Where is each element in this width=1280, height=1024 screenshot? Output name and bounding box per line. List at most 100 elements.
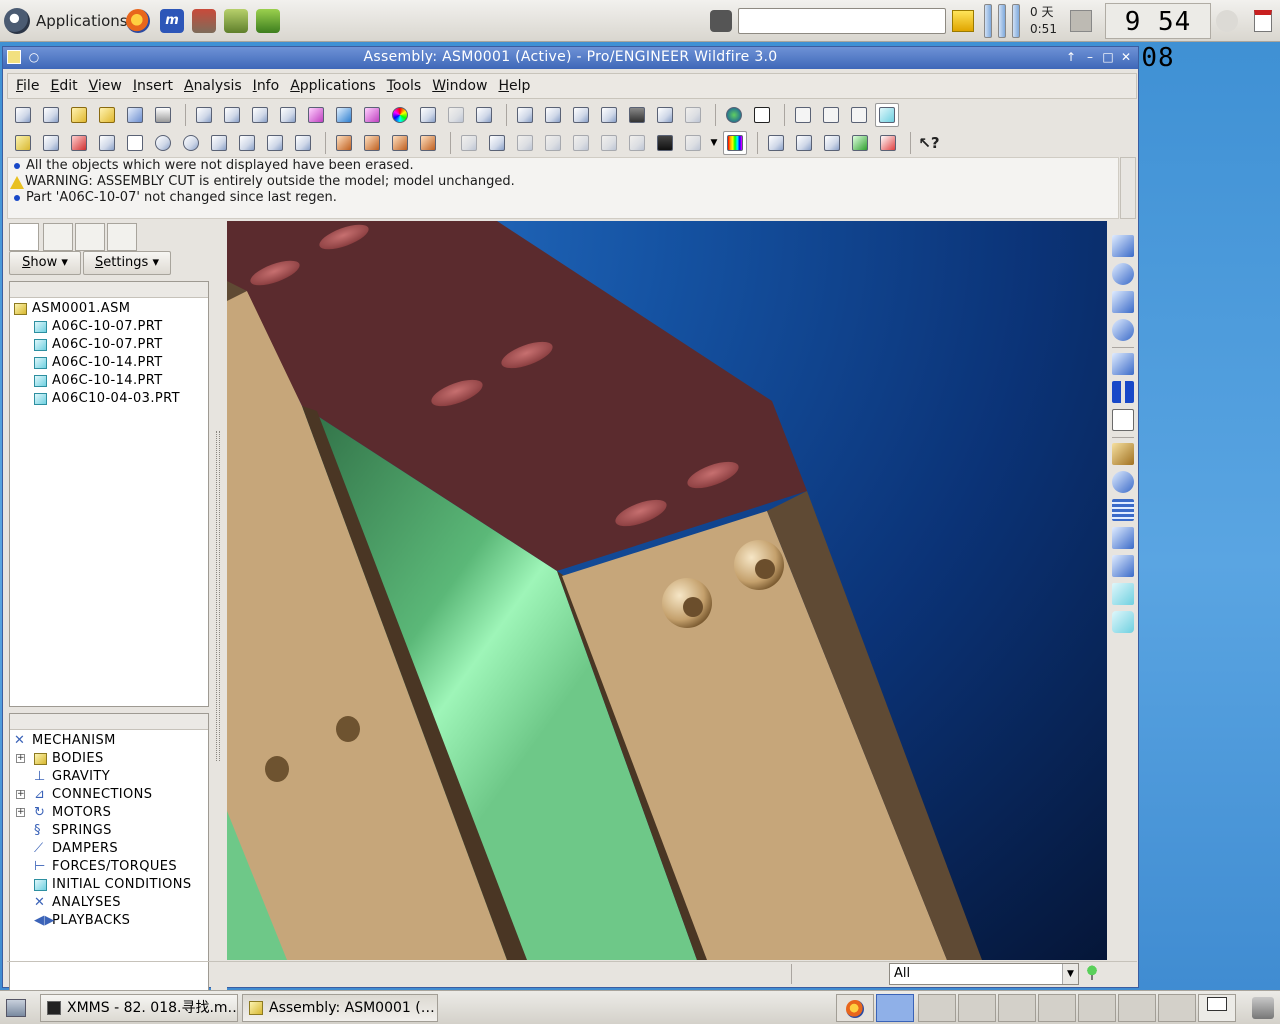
datum-5-icon[interactable]: [653, 103, 677, 127]
workspace-6[interactable]: [1118, 994, 1156, 1022]
message-scrollbar[interactable]: [1120, 157, 1136, 219]
trash-icon[interactable]: [1252, 997, 1274, 1019]
mechanism-item-connections[interactable]: + ⊿ CONNECTIONS: [10, 786, 208, 804]
close-window-icon[interactable]: [876, 131, 900, 155]
mechanism-item-dampers[interactable]: ⟋ DAMPERS: [10, 840, 208, 858]
folder-browser-tab-icon[interactable]: [43, 223, 73, 251]
datum-4-icon[interactable]: [597, 103, 621, 127]
servo-motor-icon[interactable]: [1112, 471, 1134, 493]
select-box-icon[interactable]: [681, 131, 705, 155]
tree-part-item[interactable]: A06C-10-14.PRT: [10, 354, 208, 372]
menu-file[interactable]: File: [16, 78, 39, 94]
workspace-1[interactable]: [918, 994, 956, 1022]
expand-plus-icon[interactable]: +: [16, 808, 25, 817]
window-activate-icon[interactable]: [820, 131, 844, 155]
workspace-7[interactable]: [1158, 994, 1196, 1022]
mathematica-launcher-icon[interactable]: m: [160, 9, 184, 33]
close-icon[interactable]: ✕: [1119, 50, 1133, 64]
print-icon[interactable]: [151, 103, 175, 127]
window-list-icon[interactable]: [1254, 10, 1272, 32]
search-input[interactable]: [738, 8, 946, 34]
workspace-8[interactable]: [1198, 994, 1236, 1022]
clock[interactable]: 9 54 08: [1105, 3, 1211, 73]
mechanism-item-playbacks[interactable]: ◀▶ PLAYBACKS: [10, 912, 208, 930]
damper-icon[interactable]: [1112, 527, 1134, 549]
draft-icon[interactable]: [220, 103, 244, 127]
books-launcher-icon[interactable]: [224, 9, 248, 33]
playback-icon[interactable]: [1112, 381, 1134, 403]
menu-view[interactable]: View: [89, 78, 122, 94]
menu-applications[interactable]: Applications: [290, 78, 376, 94]
color-analysis-icon[interactable]: [388, 103, 412, 127]
expand-plus-icon[interactable]: +: [16, 790, 25, 799]
force-torque-icon[interactable]: [1112, 555, 1134, 577]
select-dropdown-chevron-down-icon[interactable]: ▼: [709, 131, 719, 155]
measure-icon[interactable]: [444, 103, 468, 127]
arrow-tools-icon[interactable]: [472, 103, 496, 127]
new-file-icon[interactable]: [11, 103, 35, 127]
mechanism-item-motors[interactable]: + ↻ MOTORS: [10, 804, 208, 822]
menu-info[interactable]: Info: [253, 78, 280, 94]
menu-help[interactable]: Help: [498, 78, 530, 94]
tree-part-item[interactable]: A06C-10-14.PRT: [10, 372, 208, 390]
workspace-3[interactable]: [998, 994, 1036, 1022]
nvidia-launcher-icon[interactable]: [256, 9, 280, 33]
mechanism-item-bodies[interactable]: + BODIES: [10, 750, 208, 768]
menu-insert[interactable]: Insert: [133, 78, 173, 94]
shade-icon[interactable]: ↑: [1064, 50, 1078, 64]
menu-tools[interactable]: Tools: [387, 78, 422, 94]
layer-tree-icon[interactable]: [792, 131, 816, 155]
pan-hand-icon[interactable]: [123, 131, 147, 155]
mechanism-item-initial-conditions[interactable]: INITIAL CONDITIONS: [10, 876, 208, 894]
settings-button[interactable]: Settings ▾: [83, 251, 171, 275]
wireframe-icon[interactable]: [791, 103, 815, 127]
datum-axis-display-icon[interactable]: [360, 131, 384, 155]
drag-icon[interactable]: [1112, 263, 1134, 285]
show-button[interactable]: Show ▾: [9, 251, 81, 275]
appearance-icon[interactable]: [723, 131, 747, 155]
datum-3-icon[interactable]: [569, 103, 593, 127]
mouse-icon[interactable]: [1216, 10, 1238, 32]
model-setup-icon[interactable]: [764, 131, 788, 155]
copy-icon[interactable]: [457, 131, 481, 155]
curvature-icon[interactable]: [304, 103, 328, 127]
shading-icon[interactable]: [875, 103, 899, 127]
assembly-icon[interactable]: [11, 131, 35, 155]
tray-proe-icon[interactable]: [876, 994, 914, 1022]
datum-point-display-icon[interactable]: [388, 131, 412, 155]
open-working-icon[interactable]: [95, 103, 119, 127]
datum-6-icon[interactable]: [681, 103, 705, 127]
workspace-2[interactable]: [958, 994, 996, 1022]
mass-properties-icon[interactable]: [1112, 611, 1134, 633]
no-hidden-icon[interactable]: [847, 103, 871, 127]
cam-icon[interactable]: [1112, 319, 1134, 341]
hidden-line-icon[interactable]: [819, 103, 843, 127]
spin-center-icon[interactable]: [67, 131, 91, 155]
datum-plane-display-icon[interactable]: [332, 131, 356, 155]
blank-doc-icon[interactable]: [39, 103, 63, 127]
annotation-icon[interactable]: [750, 103, 774, 127]
camera-icon[interactable]: [710, 10, 732, 32]
surface-analysis-icon[interactable]: [332, 103, 356, 127]
menu-edit[interactable]: Edit: [50, 78, 77, 94]
taskbar-task-proe[interactable]: Assembly: ASM0001 (…: [242, 994, 438, 1022]
saved-views-icon[interactable]: [263, 131, 287, 155]
web-browser-icon[interactable]: [722, 103, 746, 127]
minimize-icon[interactable]: –: [1083, 50, 1097, 64]
check-icon[interactable]: [848, 131, 872, 155]
section-icon[interactable]: [276, 103, 300, 127]
toolbox-launcher-icon[interactable]: [192, 9, 216, 33]
paste-icon[interactable]: [625, 131, 649, 155]
tray-firefox-icon[interactable]: [836, 994, 874, 1022]
datum-2-icon[interactable]: [541, 103, 565, 127]
workspace-5[interactable]: [1078, 994, 1116, 1022]
reorient-icon[interactable]: [235, 131, 259, 155]
connect-icon[interactable]: [1112, 235, 1134, 257]
chevron-down-icon[interactable]: ▼: [1062, 964, 1078, 984]
open-folder-icon[interactable]: [67, 103, 91, 127]
splitter-grip[interactable]: [216, 431, 220, 761]
show-desktop-icon[interactable]: [6, 999, 26, 1017]
cut-icon[interactable]: [569, 131, 593, 155]
gravity-tool-icon[interactable]: [1112, 443, 1134, 465]
datum-1-icon[interactable]: [513, 103, 537, 127]
